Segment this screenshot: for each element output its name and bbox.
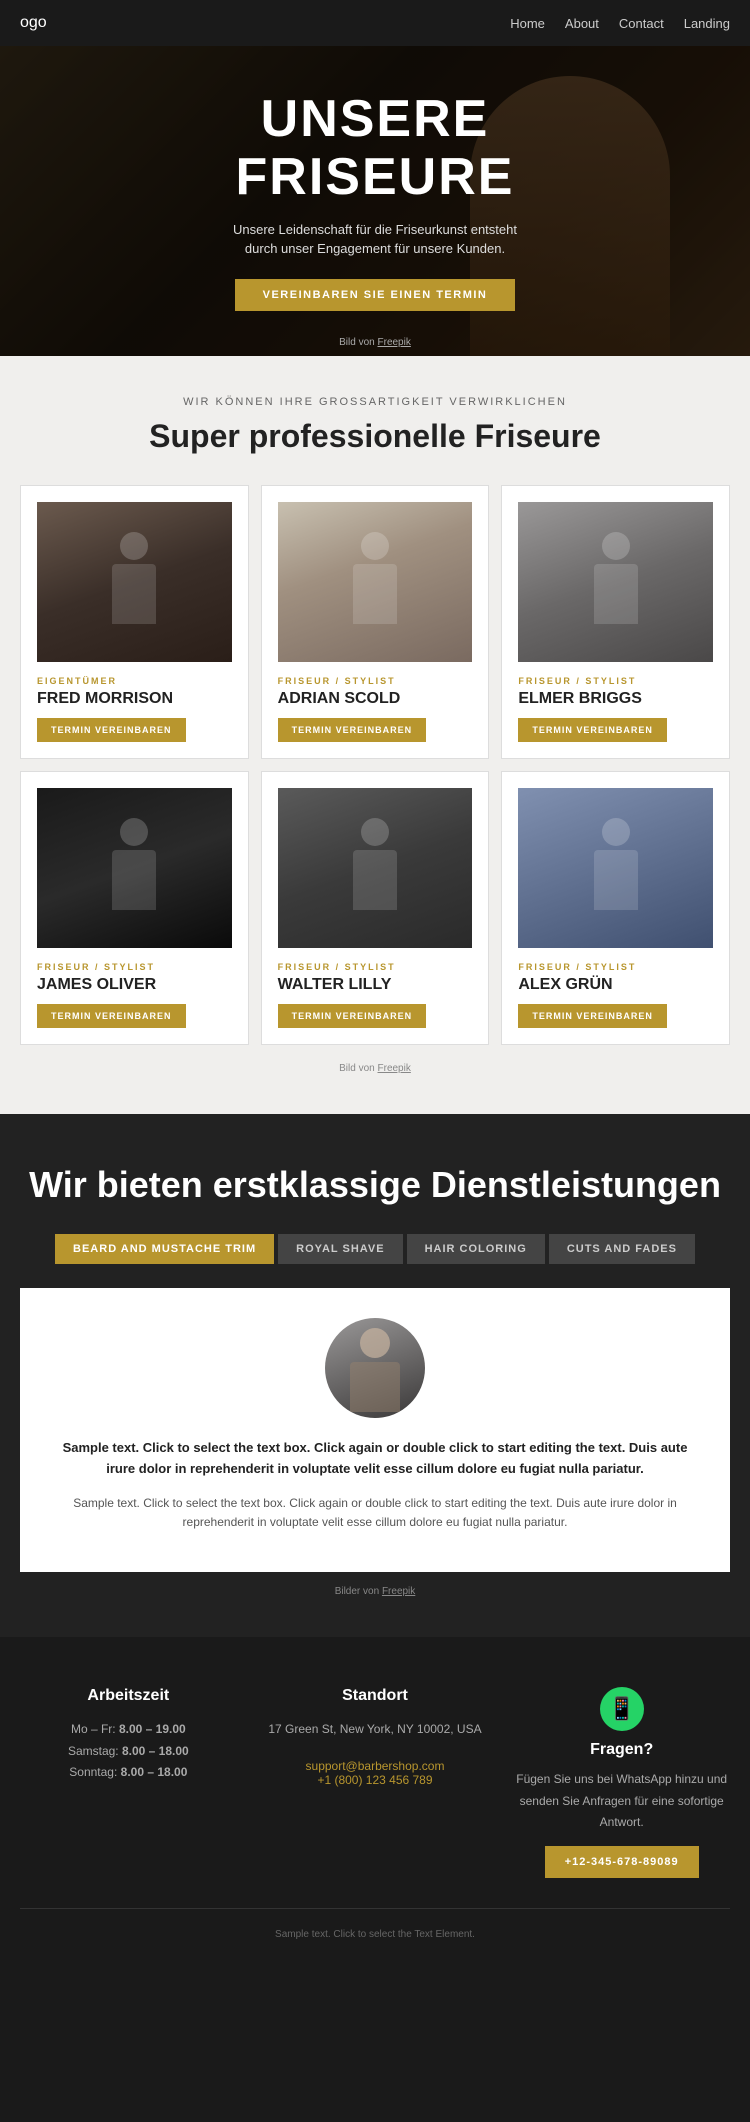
barbers-credit: Bild von Freepik (20, 1063, 730, 1074)
nav-contact[interactable]: Contact (619, 16, 664, 31)
nav-logo: ogo (20, 14, 47, 32)
barber-btn-4[interactable]: TERMIN VEREINBAREN (37, 1004, 186, 1028)
footer-email: support@barbershop.com (267, 1759, 484, 1773)
footer-address: 17 Green St, New York, NY 10002, USA (267, 1719, 484, 1741)
hero-section: UNSERE FRISEURE Unsere Leidenschaft für … (0, 46, 750, 356)
barbers-tag: WIR KÖNNEN IHRE GROSSARTIGKEIT VERWIRKLI… (20, 396, 730, 408)
footer-grid: Arbeitszeit Mo – Fr: 8.00 – 19.00 Samsta… (20, 1687, 730, 1878)
service-avatar (325, 1318, 425, 1418)
services-tabs: BEARD AND MUSTACHE TRIM ROYAL SHAVE HAIR… (20, 1234, 730, 1264)
barber-figure-6 (586, 818, 646, 918)
footer-arbeitszeit-hours: Mo – Fr: 8.00 – 19.00 Samstag: 8.00 – 18… (20, 1719, 237, 1784)
barber-photo-4 (37, 788, 232, 948)
barber-name-3: ELMER BRIGGS (518, 690, 713, 708)
footer-arbeitszeit: Arbeitszeit Mo – Fr: 8.00 – 19.00 Samsta… (20, 1687, 237, 1878)
barber-role-1: EIGENTÜMER (37, 676, 232, 686)
footer-fragen-text: Fügen Sie uns bei WhatsApp hinzu und sen… (513, 1769, 730, 1834)
navigation: ogo Home About Contact Landing (0, 0, 750, 46)
barber-role-2: FRISEUR / STYLIST (278, 676, 473, 686)
hero-title: UNSERE FRISEURE (215, 91, 535, 205)
footer-fragen-title: Fragen? (513, 1741, 730, 1759)
nav-home[interactable]: Home (510, 16, 545, 31)
services-section: Wir bieten erstklassige Dienstleistungen… (0, 1114, 750, 1637)
footer-phone: +1 (800) 123 456 789 (267, 1773, 484, 1787)
barbers-title: Super professionelle Friseure (20, 418, 730, 455)
footer-bottom-text: Sample text. Click to select the Text El… (20, 1929, 730, 1940)
hero-content: UNSERE FRISEURE Unsere Leidenschaft für … (195, 71, 555, 330)
barber-role-4: FRISEUR / STYLIST (37, 962, 232, 972)
footer: Arbeitszeit Mo – Fr: 8.00 – 19.00 Samsta… (0, 1637, 750, 1970)
whatsapp-icon: 📱 (600, 1687, 644, 1731)
nav-links: Home About Contact Landing (510, 16, 730, 31)
tab-cuts-fades[interactable]: CUTS AND FADES (549, 1234, 695, 1264)
barber-btn-3[interactable]: TERMIN VEREINBAREN (518, 718, 667, 742)
barber-photo-5 (278, 788, 473, 948)
barber-photo-2 (278, 502, 473, 662)
barber-name-4: JAMES OLIVER (37, 976, 232, 994)
barber-role-3: FRISEUR / STYLIST (518, 676, 713, 686)
barber-photo-3 (518, 502, 713, 662)
barbers-section: WIR KÖNNEN IHRE GROSSARTIGKEIT VERWIRKLI… (0, 356, 750, 1114)
barber-btn-1[interactable]: TERMIN VEREINBAREN (37, 718, 186, 742)
services-credit: Bilder von Freepik (20, 1586, 730, 1597)
barber-role-5: FRISEUR / STYLIST (278, 962, 473, 972)
footer-fragen: 📱 Fragen? Fügen Sie uns bei WhatsApp hin… (513, 1687, 730, 1878)
barber-card-4: FRISEUR / STYLIST JAMES OLIVER TERMIN VE… (20, 771, 249, 1045)
barber-figure-5 (345, 818, 405, 918)
barber-name-6: ALEX GRÜN (518, 976, 713, 994)
barber-photo-1 (37, 502, 232, 662)
barber-btn-5[interactable]: TERMIN VEREINBAREN (278, 1004, 427, 1028)
barber-name-5: WALTER LILLY (278, 976, 473, 994)
footer-standort-title: Standort (267, 1687, 484, 1705)
footer-standort: Standort 17 Green St, New York, NY 10002… (267, 1687, 484, 1878)
barber-btn-6[interactable]: TERMIN VEREINBAREN (518, 1004, 667, 1028)
barber-card-6: FRISEUR / STYLIST ALEX GRÜN TERMIN VEREI… (501, 771, 730, 1045)
barber-name-1: FRED MORRISON (37, 690, 232, 708)
services-credit-link[interactable]: Freepik (382, 1586, 415, 1597)
barber-figure-2 (345, 532, 405, 632)
footer-whatsapp-button[interactable]: +12-345-678-89089 (545, 1846, 699, 1878)
barber-card-3: FRISEUR / STYLIST ELMER BRIGGS TERMIN VE… (501, 485, 730, 759)
hero-credit-link[interactable]: Freepik (378, 337, 411, 348)
hero-subtitle: Unsere Leidenschaft für die Friseurkunst… (215, 220, 535, 259)
tab-royal-shave[interactable]: ROYAL SHAVE (278, 1234, 402, 1264)
footer-bottom: Sample text. Click to select the Text El… (20, 1908, 730, 1940)
services-card: Sample text. Click to select the text bo… (20, 1288, 730, 1572)
barber-card-1: EIGENTÜMER FRED MORRISON TERMIN VEREINBA… (20, 485, 249, 759)
barber-name-2: ADRIAN SCOLD (278, 690, 473, 708)
barber-figure-1 (104, 532, 164, 632)
services-title: Wir bieten erstklassige Dienstleistungen (20, 1164, 730, 1206)
service-text: Sample text. Click to select the text bo… (50, 1494, 700, 1532)
footer-arbeitszeit-title: Arbeitszeit (20, 1687, 237, 1705)
barber-photo-6 (518, 788, 713, 948)
service-text-bold: Sample text. Click to select the text bo… (50, 1438, 700, 1480)
tab-hair-coloring[interactable]: HAIR COLORING (407, 1234, 545, 1264)
barber-figure-4 (104, 818, 164, 918)
barbers-credit-link[interactable]: Freepik (378, 1063, 411, 1074)
barbers-grid: EIGENTÜMER FRED MORRISON TERMIN VEREINBA… (20, 485, 730, 1045)
barber-role-6: FRISEUR / STYLIST (518, 962, 713, 972)
barber-figure-3 (586, 532, 646, 632)
barber-card-5: FRISEUR / STYLIST WALTER LILLY TERMIN VE… (261, 771, 490, 1045)
hero-cta-button[interactable]: VEREINBAREN SIE EINEN TERMIN (235, 279, 516, 311)
barber-btn-2[interactable]: TERMIN VEREINBAREN (278, 718, 427, 742)
barber-card-2: FRISEUR / STYLIST ADRIAN SCOLD TERMIN VE… (261, 485, 490, 759)
tab-beard-trim[interactable]: BEARD AND MUSTACHE TRIM (55, 1234, 274, 1264)
nav-about[interactable]: About (565, 16, 599, 31)
hero-credit: Bild von Freepik (339, 337, 411, 348)
nav-landing[interactable]: Landing (684, 16, 730, 31)
